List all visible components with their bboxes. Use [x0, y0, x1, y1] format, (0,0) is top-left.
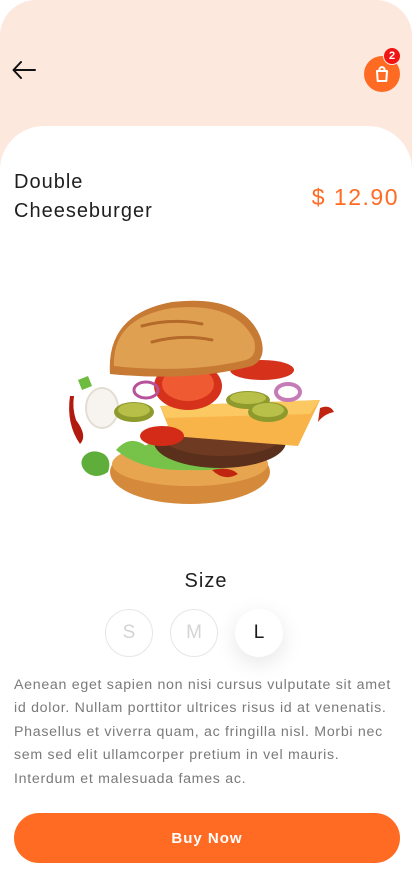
product-name: Double Cheeseburger — [14, 171, 153, 222]
cart-count-badge: 2 — [383, 47, 401, 65]
burger-image — [62, 296, 344, 512]
arrow-left-icon — [12, 61, 36, 79]
size-option-s[interactable]: S — [105, 609, 153, 657]
size-title: Size — [184, 570, 228, 592]
back-button[interactable] — [10, 56, 38, 84]
size-option-l[interactable]: L — [235, 609, 283, 657]
buy-now-button[interactable]: Buy Now — [14, 813, 400, 863]
size-option-m[interactable]: M — [170, 609, 218, 657]
shopping-bag-icon — [376, 66, 388, 82]
product-description: Aenean eget sapien non nisi cursus vulpu… — [14, 677, 392, 787]
product-price: $ 12.90 — [311, 184, 399, 210]
